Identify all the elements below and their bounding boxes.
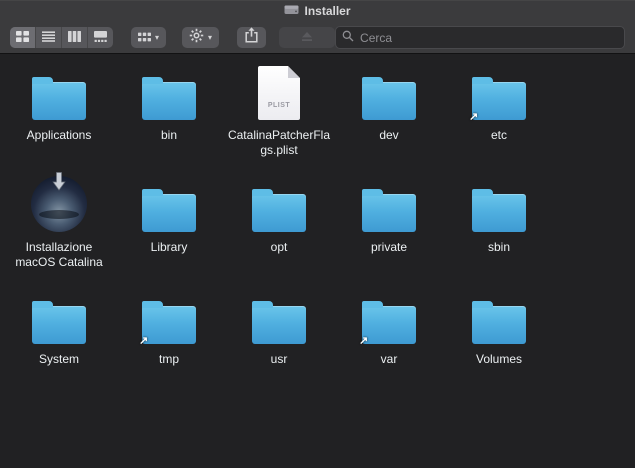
search-field xyxy=(335,26,625,49)
item-installazione-macos-catalina[interactable]: Installazione macOS Catalina xyxy=(4,172,114,286)
item-volumes[interactable]: Volumes xyxy=(444,286,554,398)
item-tmp[interactable]: ↗ tmp xyxy=(114,286,224,398)
finder-window: Installer ▾ ▾ Cerca Applications bin PLI… xyxy=(0,0,635,468)
item-label: Volumes xyxy=(475,352,523,366)
item-label: sbin xyxy=(487,240,510,254)
item-applications[interactable]: Applications xyxy=(4,62,114,174)
group-by-icon xyxy=(138,29,151,47)
action-menu-button[interactable]: ▾ xyxy=(182,27,220,48)
item-label: etc xyxy=(490,128,507,142)
item-etc[interactable]: ↗ etc xyxy=(444,62,554,174)
alias-arrow-icon: ↗ xyxy=(139,335,149,347)
item-label: dev xyxy=(379,128,399,142)
download-arrow-icon xyxy=(52,172,66,196)
icon-grid: Applications bin PLIST CatalinaPatcherFl… xyxy=(4,62,635,398)
search-input[interactable] xyxy=(358,29,618,46)
item-label: private xyxy=(370,240,408,254)
plist-file-icon: PLIST xyxy=(258,66,300,120)
window-title: Installer xyxy=(304,4,351,18)
folder-icon xyxy=(362,77,416,120)
folder-icon xyxy=(472,189,526,232)
item-label: CatalinaPatcherFlags.plist xyxy=(227,128,331,157)
item-label: Library xyxy=(150,240,188,254)
icon-view-button[interactable] xyxy=(10,27,36,48)
folder-icon xyxy=(142,301,196,344)
column-view-icon xyxy=(68,29,81,47)
view-mode-segmented-control xyxy=(10,27,113,48)
folder-icon xyxy=(32,77,86,120)
folder-icon xyxy=(142,189,196,232)
title-bar: Installer xyxy=(0,0,635,22)
item-label: bin xyxy=(160,128,177,142)
folder-icon xyxy=(472,77,526,120)
gear-icon xyxy=(189,28,204,48)
gallery-view-button[interactable] xyxy=(88,27,113,48)
folder-icon xyxy=(472,301,526,344)
item-catalinapatcherflags-plist[interactable]: PLIST CatalinaPatcherFlags.plist xyxy=(224,62,334,174)
item-label: Applications xyxy=(26,128,92,142)
item-system[interactable]: System xyxy=(4,286,114,398)
item-label: System xyxy=(38,352,79,366)
folder-icon xyxy=(362,189,416,232)
item-usr[interactable]: usr xyxy=(224,286,334,398)
item-label: tmp xyxy=(158,352,179,366)
column-view-button[interactable] xyxy=(62,27,88,48)
group-by-button[interactable]: ▾ xyxy=(131,27,167,48)
item-label: Installazione macOS Catalina xyxy=(15,240,103,269)
item-dev[interactable]: dev xyxy=(334,62,444,174)
gallery-view-icon xyxy=(94,29,107,47)
folder-icon xyxy=(32,301,86,344)
eject-button[interactable] xyxy=(279,27,336,48)
item-private[interactable]: private xyxy=(334,174,444,286)
alias-arrow-icon: ↗ xyxy=(469,111,479,123)
share-button[interactable] xyxy=(237,27,267,48)
page-fold-icon xyxy=(288,66,300,78)
folder-icon xyxy=(252,301,306,344)
item-library[interactable]: Library xyxy=(114,174,224,286)
chevron-down-icon: ▾ xyxy=(155,32,160,42)
installer-app-icon xyxy=(31,172,87,232)
eject-icon xyxy=(301,29,313,47)
list-view-button[interactable] xyxy=(36,27,62,48)
item-label: var xyxy=(380,352,398,366)
item-label: opt xyxy=(270,240,288,254)
file-browser-content: Applications bin PLIST CatalinaPatcherFl… xyxy=(0,54,635,468)
search-icon xyxy=(342,29,354,47)
item-var[interactable]: ↗ var xyxy=(334,286,444,398)
folder-icon xyxy=(252,189,306,232)
plist-kind-badge: PLIST xyxy=(267,102,291,109)
alias-arrow-icon: ↗ xyxy=(359,335,369,347)
item-label: usr xyxy=(270,352,288,366)
toolbar: ▾ ▾ xyxy=(0,22,635,54)
icon-view-icon xyxy=(16,29,29,47)
volume-proxy-icon xyxy=(284,2,299,20)
share-icon xyxy=(244,27,259,48)
folder-icon xyxy=(362,301,416,344)
folder-icon xyxy=(142,77,196,120)
item-opt[interactable]: opt xyxy=(224,174,334,286)
item-sbin[interactable]: sbin xyxy=(444,174,554,286)
item-bin[interactable]: bin xyxy=(114,62,224,174)
list-view-icon xyxy=(42,29,55,47)
chevron-down-icon: ▾ xyxy=(208,32,213,42)
